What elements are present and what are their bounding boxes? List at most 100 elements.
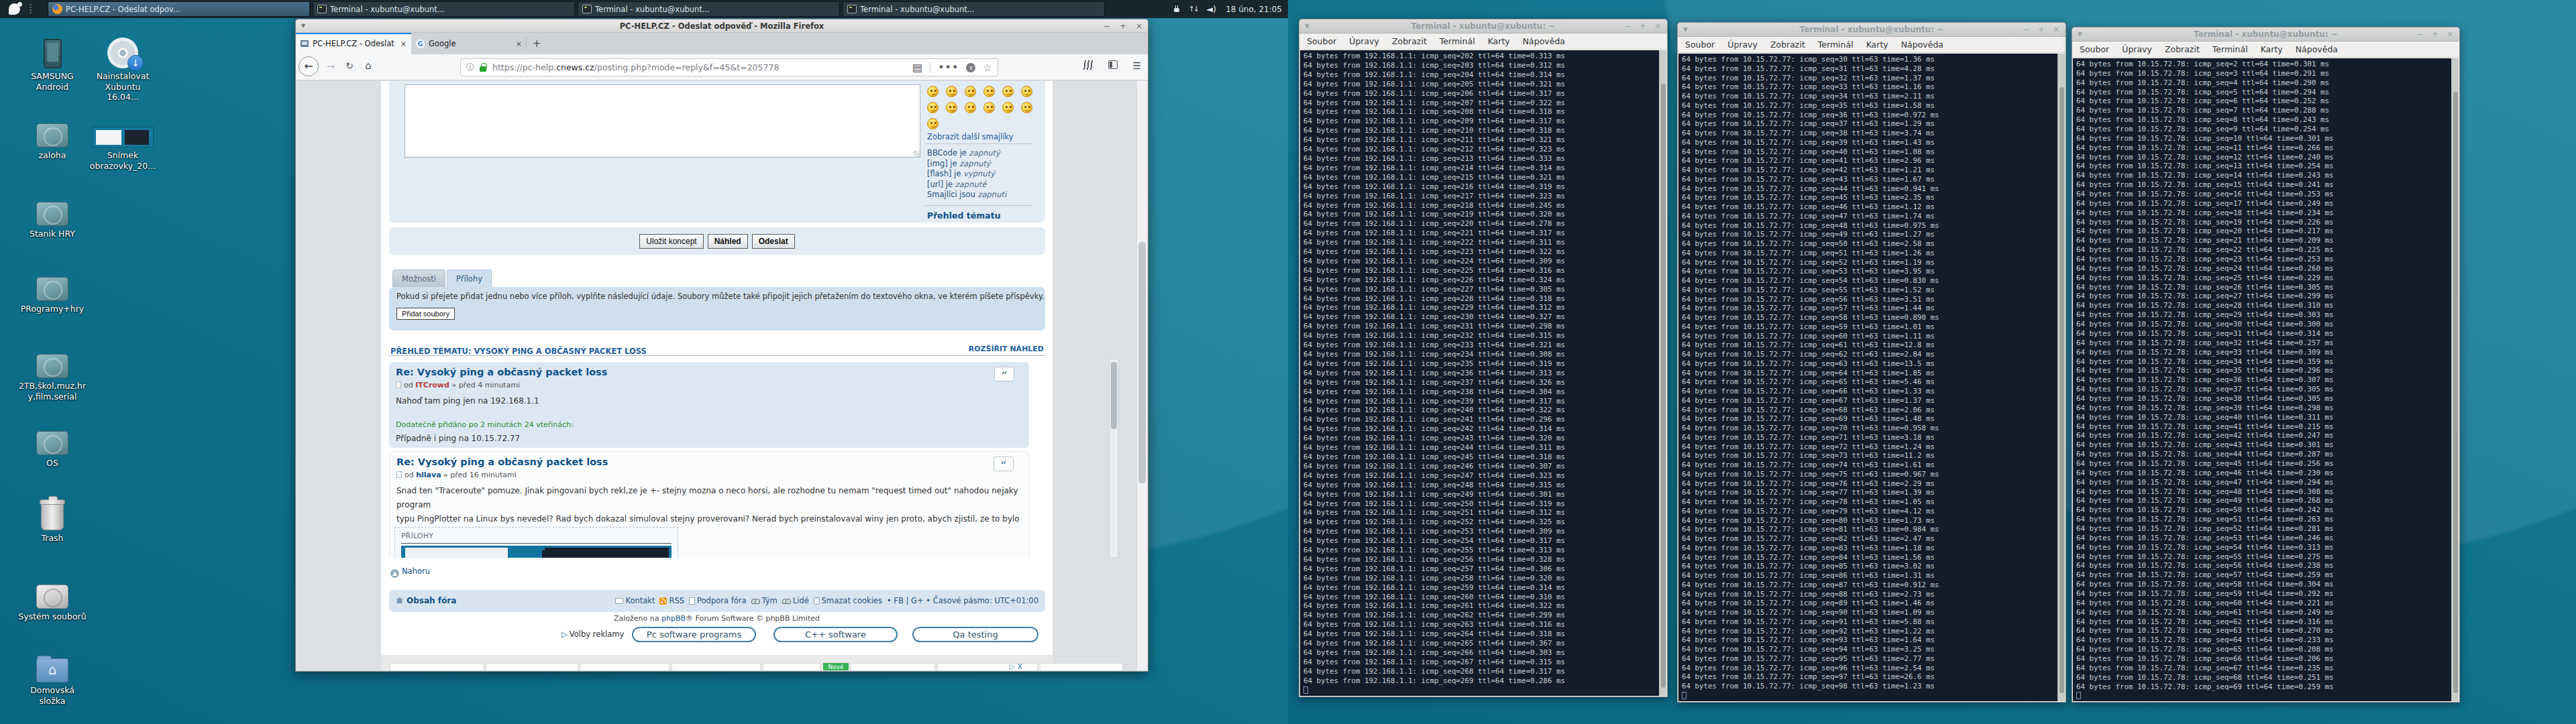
terminal-titlebar[interactable]: ▼ Terminal - xubuntu@xubuntu: ~ −+× <box>1678 23 2065 37</box>
window-menu-icon[interactable]: ▼ <box>2078 27 2082 42</box>
smiley-surprised-icon[interactable] <box>946 102 957 113</box>
footer-link-rss[interactable]: RSS <box>659 596 684 605</box>
applications-menu-button[interactable] <box>4 2 27 16</box>
menu-item-úpravy[interactable]: Úpravy <box>1727 40 1758 50</box>
terminal-scrollbar[interactable] <box>2451 58 2459 701</box>
close-button[interactable]: × <box>1136 19 1142 33</box>
clock[interactable]: 18 úno, 21:05 <box>1226 5 1282 14</box>
desktop-icon-drive[interactable]: OS <box>17 422 87 469</box>
menu-item-zobrazit[interactable]: Zobrazit <box>2165 44 2200 54</box>
author-link[interactable]: ITCrowd <box>415 381 449 389</box>
menu-item-soubor[interactable]: Soubor <box>1307 36 1336 46</box>
power-manager-icon[interactable] <box>1173 5 1181 13</box>
smiley-rolleyes-icon[interactable] <box>965 102 976 113</box>
back-to-top-link[interactable]: ▲Nahoru <box>390 566 430 578</box>
form-button-odeslat[interactable]: Odeslat <box>752 234 795 249</box>
ad-link[interactable]: Pc software programs <box>632 627 756 642</box>
author-link[interactable]: hllava <box>416 471 441 479</box>
footer-link-podpora-fóra[interactable]: Podpora fóra <box>689 596 747 605</box>
topic-review-link[interactable]: Přehled tématu <box>927 210 1001 221</box>
form-tab-možnosti[interactable]: Možnosti <box>392 269 445 287</box>
board-index-link[interactable]: Obsah fóra <box>396 596 456 605</box>
desktop-icon-cd[interactable]: Nainstalovat Xubuntu 16.04... <box>88 35 158 103</box>
minimize-button[interactable]: − <box>2417 27 2424 42</box>
menu-item-karty[interactable]: Karty <box>1488 36 1510 46</box>
pocket-icon[interactable]: ∨ <box>966 63 975 72</box>
tab-google[interactable]: G Google × <box>411 33 527 54</box>
desktop-icon-drive[interactable]: 2TB,škol,muz,hry,film,serial <box>17 345 87 402</box>
phpbb-link[interactable]: phpBB <box>661 614 686 623</box>
taskbar-button-terminal3[interactable]: Terminal - xubuntu@xubunt... <box>843 1 1105 17</box>
ad-link[interactable]: Qa testing <box>912 627 1038 642</box>
ad-link[interactable]: C++ software <box>773 627 898 642</box>
footer-link-smazat-cookies[interactable]: Smazat cookies <box>814 596 882 605</box>
tab-close-icon[interactable]: × <box>516 40 522 48</box>
post-title-link[interactable]: Re: Vysoký ping a občasný packet loss <box>396 367 607 377</box>
page-actions-icon[interactable]: ••• <box>938 61 959 74</box>
minimize-button[interactable]: − <box>1104 19 1110 33</box>
library-icon[interactable] <box>1083 60 1094 70</box>
maximize-button[interactable]: + <box>1120 19 1126 33</box>
post-title-link[interactable]: Re: Vysoký ping a občasný packet loss <box>396 457 608 467</box>
add-files-button[interactable]: Přidat soubory <box>396 308 455 320</box>
url-bar[interactable]: ⓘ https://pc-help.cnews.cz/posting.php?m… <box>460 58 998 76</box>
expand-view-link[interactable]: ROZŠÍŘIT NÁHLED <box>969 345 1044 353</box>
minimize-button[interactable]: − <box>1625 19 1631 34</box>
desktop-icon-folder-home[interactable]: Domovská složka <box>17 649 87 706</box>
smiley-cry-icon[interactable] <box>927 118 938 129</box>
smiley-laugh-icon[interactable] <box>927 102 938 113</box>
smiley-neutral-icon[interactable] <box>1002 86 1014 97</box>
desktop-icon-drive-gray[interactable]: Systém souborů <box>17 575 87 622</box>
terminal-scrollbar[interactable] <box>1659 50 1666 696</box>
menu-item-zobrazit[interactable]: Zobrazit <box>1392 36 1427 46</box>
back-button[interactable]: ← <box>299 56 319 76</box>
maximize-button[interactable]: + <box>2432 27 2438 42</box>
maximize-button[interactable]: + <box>2038 23 2045 37</box>
forward-button[interactable]: → <box>324 60 337 72</box>
menu-item-zobrazit[interactable]: Zobrazit <box>1770 40 1805 50</box>
reader-mode-icon[interactable]: ▤ <box>912 61 922 74</box>
terminal-output[interactable]: 64 bytes from 192.168.1.1: icmp_seq=202 … <box>1300 50 1666 696</box>
footer-link-tým[interactable]: Tým <box>751 596 777 605</box>
tab-close-icon[interactable]: × <box>400 40 407 48</box>
adchoices-link[interactable]: ▷Volby reklamy <box>561 629 624 639</box>
menu-item-soubor[interactable]: Soubor <box>1685 40 1715 50</box>
firefox-titlebar[interactable]: ▼ PC-HELP.CZ - Odeslat odpověď - Mozilla… <box>296 19 1148 33</box>
review-scrollbar[interactable] <box>1110 359 1118 558</box>
menu-item-terminál[interactable]: Terminál <box>2212 44 2248 54</box>
page-scrollbar[interactable] <box>1136 81 1147 670</box>
form-tab-přílohy[interactable]: Přílohy <box>447 269 492 287</box>
taskbar-button-terminal2[interactable]: Terminal - xubuntu@xubunt... <box>578 1 840 17</box>
menu-item-nápověda[interactable]: Nápověda <box>2296 44 2338 54</box>
footer-link-kontakt[interactable]: Kontakt <box>615 596 655 605</box>
reload-button[interactable]: ↻ <box>343 60 356 71</box>
desktop-icon-screenshot[interactable]: Snímek obrazovky_20... <box>88 114 158 171</box>
smiley-cool-icon[interactable] <box>1021 86 1032 97</box>
menu-item-terminál[interactable]: Terminál <box>1440 36 1475 46</box>
home-button[interactable]: ⌂ <box>362 60 375 72</box>
menu-item-nápověda[interactable]: Nápověda <box>1523 36 1565 46</box>
desktop-icon-drive[interactable]: PRogramy+hry <box>17 267 87 314</box>
close-button[interactable]: × <box>2053 23 2059 37</box>
smiley-thumbup-icon[interactable] <box>1002 102 1014 113</box>
new-tab-button[interactable]: + <box>527 33 547 54</box>
message-textarea[interactable] <box>405 84 920 158</box>
ad-close-icons[interactable]: ▷ X <box>1010 662 1023 670</box>
smiley-grin-icon[interactable] <box>983 86 995 97</box>
page-info-icon[interactable]: ⓘ <box>466 62 474 73</box>
minimize-button[interactable]: − <box>2023 23 2030 37</box>
menu-item-úpravy[interactable]: Úpravy <box>2122 44 2152 54</box>
window-menu-icon[interactable]: ▼ <box>1305 19 1309 34</box>
menu-item-karty[interactable]: Karty <box>2261 44 2283 54</box>
window-menu-icon[interactable]: ▼ <box>1683 23 1688 37</box>
menu-item-karty[interactable]: Karty <box>1866 40 1888 50</box>
smiley-thumbdown-icon[interactable] <box>1021 102 1032 113</box>
terminal-titlebar[interactable]: ▼ Terminal - xubuntu@xubuntu: ~ −+× <box>2072 27 2459 42</box>
smiley-wink-icon[interactable] <box>965 86 976 97</box>
menu-item-terminál[interactable]: Terminál <box>1818 40 1854 50</box>
attachment-thumbnail[interactable] <box>401 546 672 558</box>
window-menu-icon[interactable]: ▼ <box>301 19 305 33</box>
taskbar-button-terminal1[interactable]: Terminal - xubuntu@xubunt... <box>313 1 575 17</box>
textarea-resize-grip[interactable] <box>914 151 920 157</box>
volume-icon[interactable]: ◄) <box>1206 4 1216 14</box>
